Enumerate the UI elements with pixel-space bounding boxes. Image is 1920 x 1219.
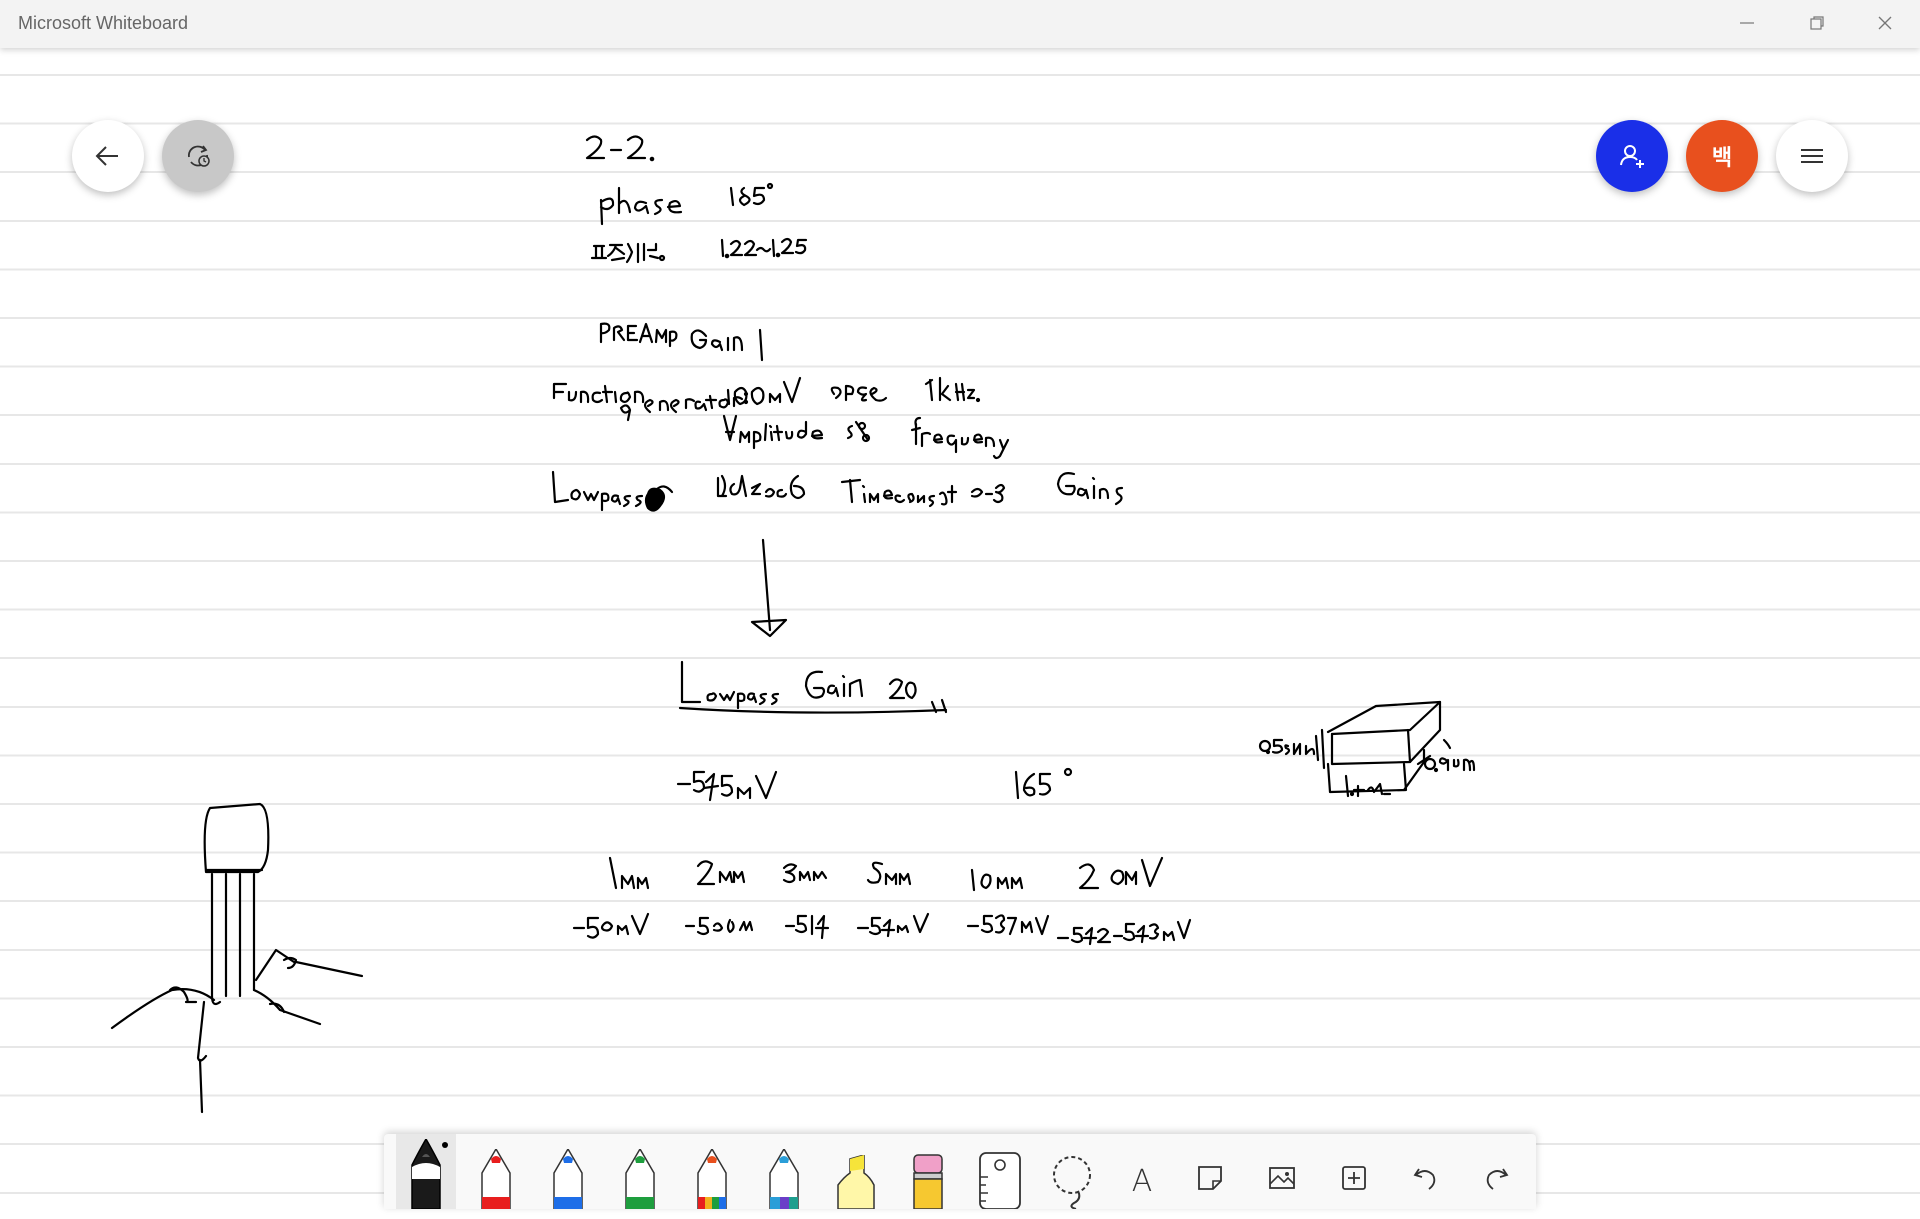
ink-phase-line <box>599 182 774 226</box>
undo-icon <box>1413 1168 1436 1190</box>
ink-korean-line <box>590 237 808 264</box>
ink-component-sketch <box>110 802 364 1114</box>
ink-voltage-row <box>572 912 1192 946</box>
hamburger-icon <box>1801 149 1823 163</box>
eraser-icon <box>913 1154 943 1209</box>
close-icon <box>1878 16 1892 30</box>
ink-lowpass-gain-20 <box>678 660 948 714</box>
rainbow-pen-icon <box>697 1149 727 1209</box>
ruler-icon <box>979 1152 1021 1209</box>
ink-heading-2-2 <box>585 135 655 162</box>
minimize-button[interactable] <box>1712 0 1782 46</box>
sync-button[interactable] <box>162 120 234 192</box>
user-initial: 백 <box>1711 145 1733 170</box>
ruler-tool[interactable] <box>970 1134 1030 1209</box>
add-person-icon <box>1620 145 1644 168</box>
ink-165-degrees <box>1014 767 1073 800</box>
eraser-tool[interactable] <box>898 1134 958 1209</box>
menu-button[interactable] <box>1776 120 1848 192</box>
rainbow-pen-tool[interactable] <box>682 1134 742 1209</box>
close-button[interactable] <box>1850 0 1920 46</box>
ink-function-generator-line <box>552 376 1010 460</box>
text-tool[interactable]: A <box>1112 1134 1172 1219</box>
title-bar: Microsoft Whiteboard <box>0 0 1920 48</box>
ink-distance-row <box>608 856 1164 892</box>
back-button[interactable] <box>72 120 144 192</box>
lasso-select-tool[interactable] <box>1042 1134 1102 1209</box>
highlighter-tool[interactable] <box>826 1134 886 1209</box>
lasso-icon <box>1053 1156 1091 1209</box>
green-pen-icon <box>625 1149 655 1209</box>
red-pen-tool[interactable] <box>466 1134 526 1209</box>
blue-pen-icon <box>553 1149 583 1209</box>
galaxy-pen-tool[interactable] <box>754 1134 814 1209</box>
red-pen-icon <box>481 1149 511 1209</box>
restore-icon <box>1810 16 1824 30</box>
redo-icon <box>1486 1168 1509 1190</box>
ink-minus-545mv <box>676 770 778 802</box>
ink-arrow-down <box>750 538 788 638</box>
sticky-note-icon <box>1198 1165 1222 1190</box>
ink-preamp-line <box>599 322 764 362</box>
black-pen-icon <box>411 1139 441 1209</box>
ink-layer <box>110 135 1476 1114</box>
highlighter-icon <box>837 1155 875 1209</box>
restore-button[interactable] <box>1782 0 1852 46</box>
ink-box-sketch <box>1258 700 1476 798</box>
green-pen-tool[interactable] <box>610 1134 670 1209</box>
inking-toolbar: A <box>384 1134 1536 1209</box>
arrow-left-icon <box>95 146 118 166</box>
text-tool-icon: A <box>1131 1164 1153 1199</box>
invite-button[interactable] <box>1596 120 1668 192</box>
selected-dot-icon <box>442 1142 448 1148</box>
sticky-note-tool[interactable] <box>1180 1134 1240 1215</box>
app-title: Microsoft Whiteboard <box>18 13 189 33</box>
sync-icon <box>188 145 210 167</box>
insert-menu-tool[interactable] <box>1324 1134 1384 1215</box>
whiteboard-canvas[interactable] <box>0 48 1920 1209</box>
galaxy-pen-icon <box>769 1149 799 1209</box>
undo-button[interactable] <box>1396 1134 1456 1215</box>
minimize-icon <box>1740 22 1754 24</box>
image-icon <box>1269 1166 1295 1189</box>
blue-pen-tool[interactable] <box>538 1134 598 1209</box>
insert-image-tool[interactable] <box>1252 1134 1312 1215</box>
user-avatar-button[interactable]: 백 <box>1686 120 1758 192</box>
plus-box-icon <box>1342 1165 1366 1190</box>
redo-button[interactable] <box>1466 1134 1526 1215</box>
ink-lowpass-line <box>551 470 1124 512</box>
